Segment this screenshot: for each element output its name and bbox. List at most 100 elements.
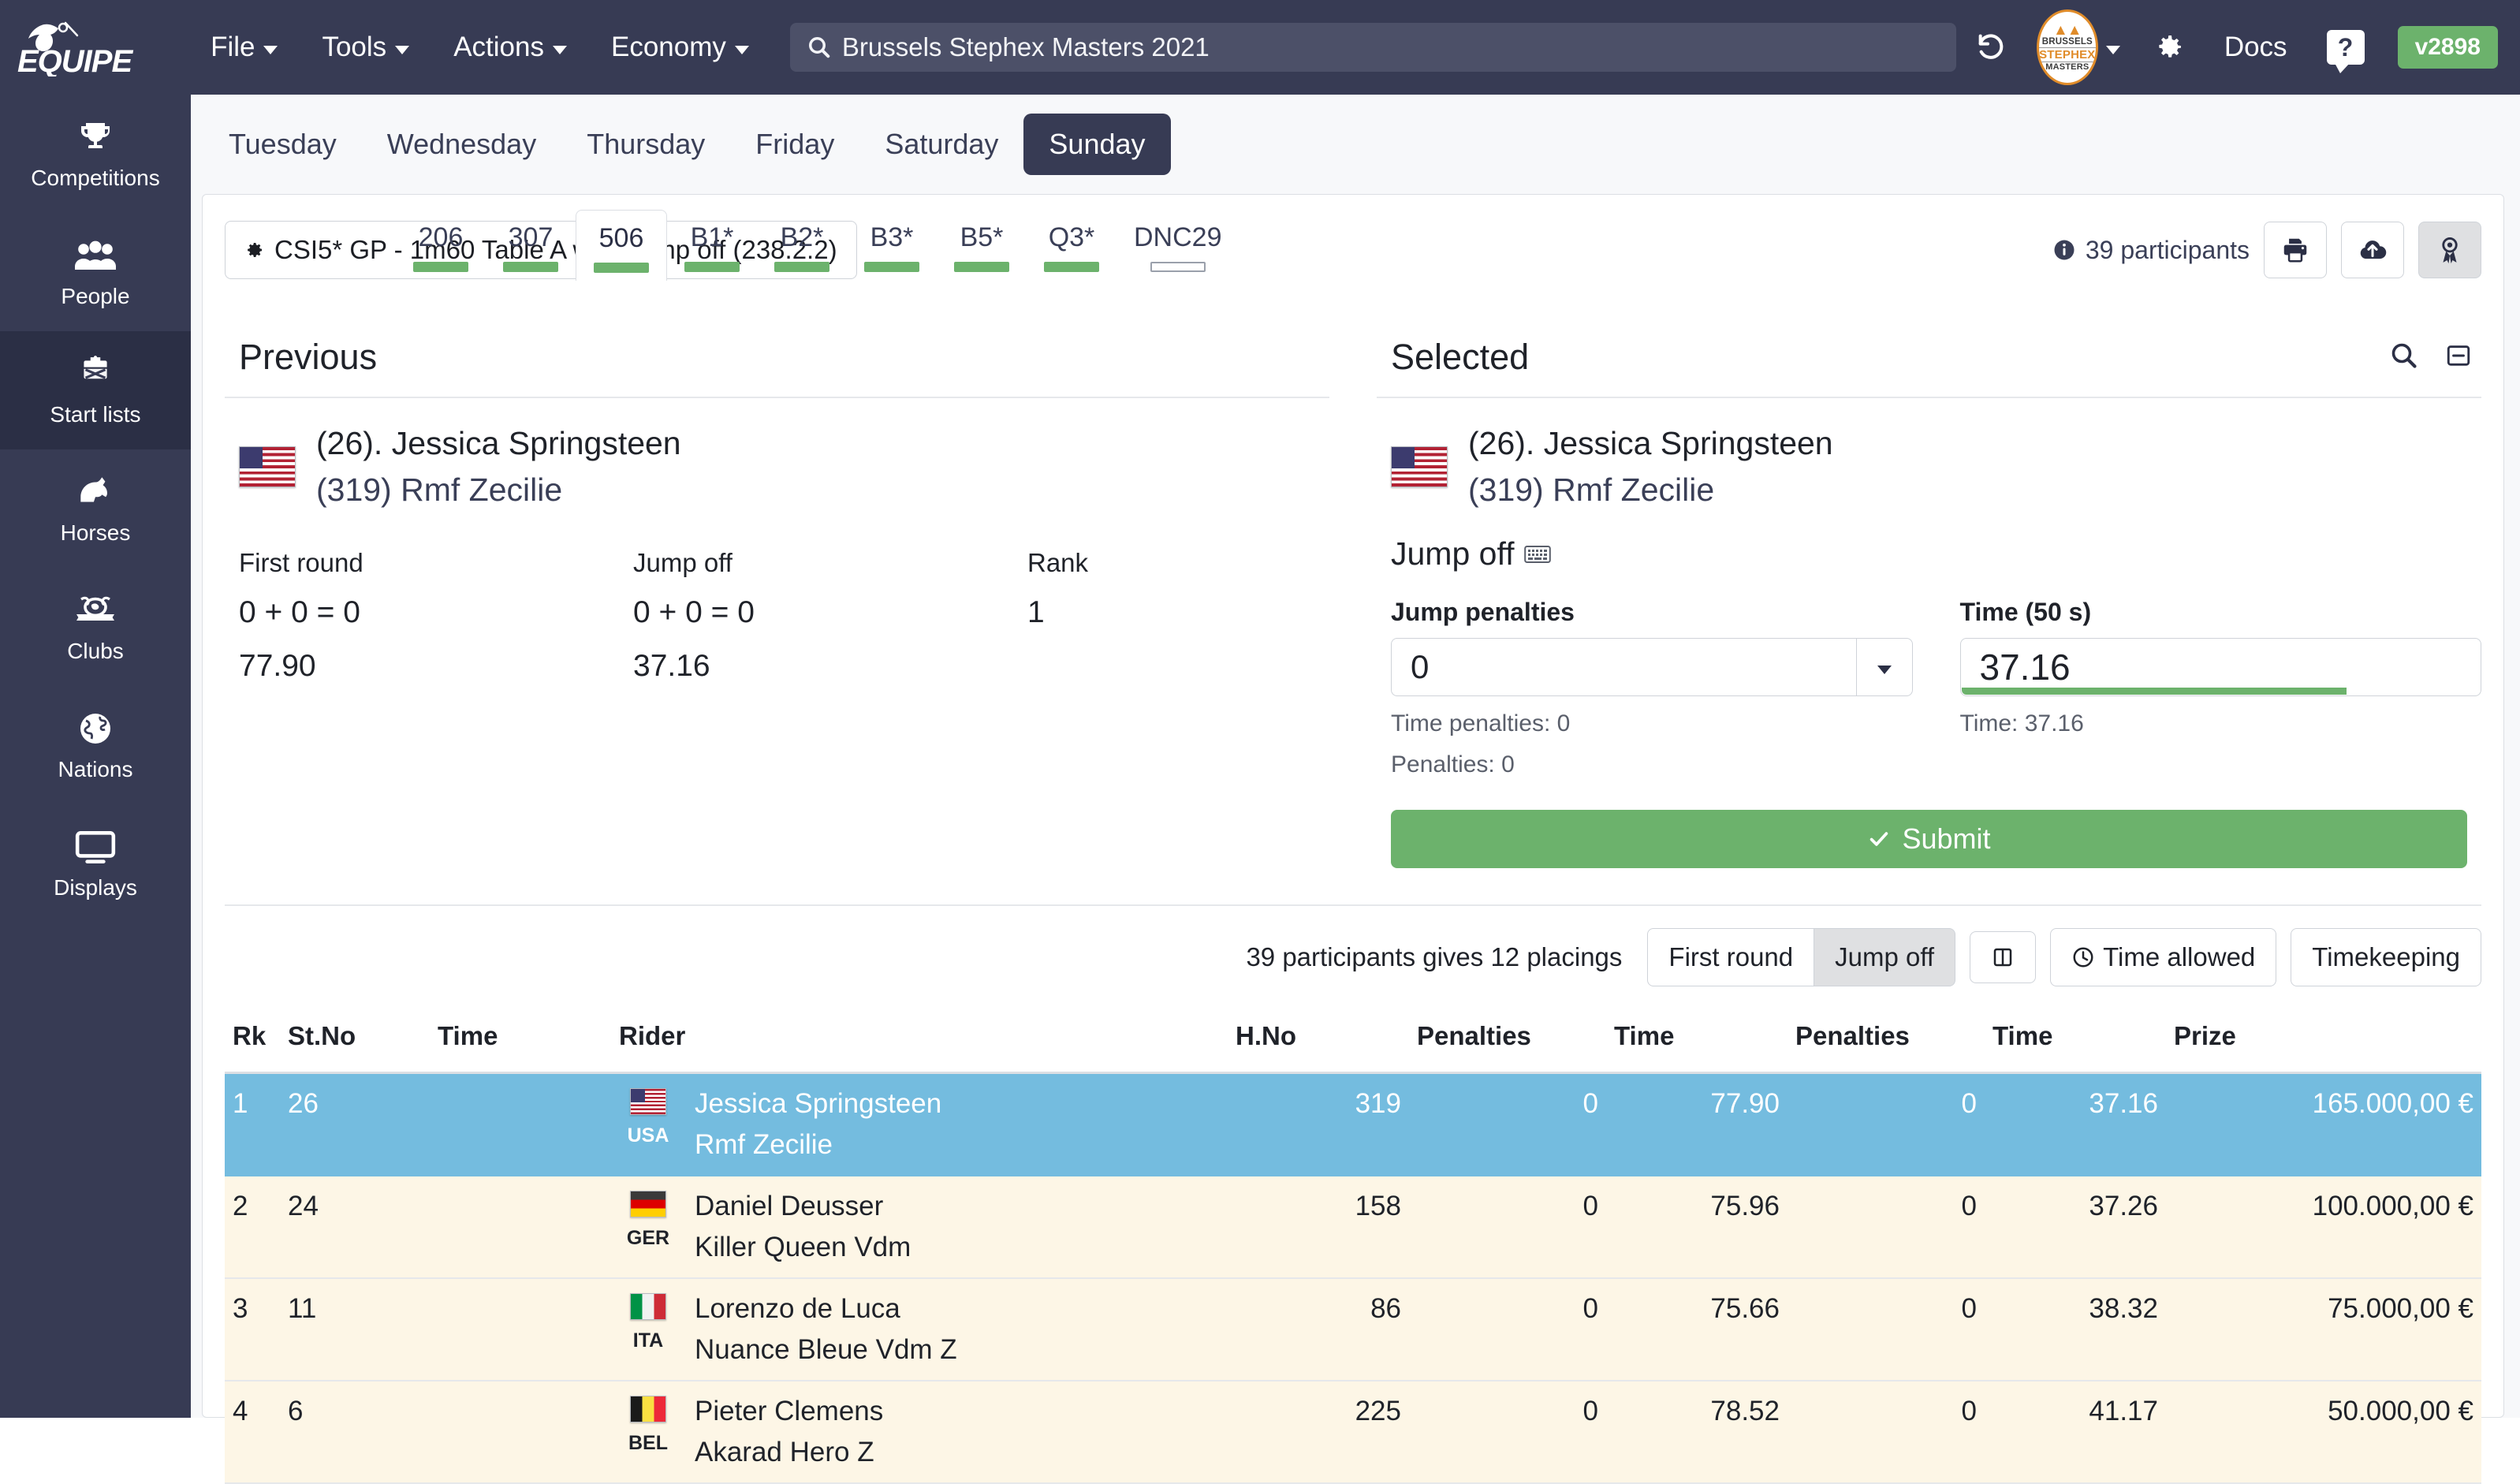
selected-rider-block: (26). Jessica Springsteen (319) Rmf Zeci… — [1377, 398, 2481, 516]
col-time-start[interactable]: Time — [430, 1010, 611, 1074]
sidebar-item-clubs[interactable]: Clubs — [0, 568, 191, 686]
history-undo-button[interactable] — [1956, 20, 2026, 75]
class-tab-b3-label: B3* — [870, 222, 914, 252]
selected-collapse-button[interactable] — [2445, 342, 2472, 373]
help-button[interactable]: ? — [2308, 20, 2384, 75]
class-tab-b3[interactable]: B3* — [847, 208, 937, 280]
time-input-value: 37.16 — [1979, 647, 2071, 688]
sidebar-item-nations[interactable]: Nations — [0, 686, 191, 804]
cell-rk: 1 — [225, 1072, 280, 1176]
columns-layout-button[interactable] — [1970, 931, 2037, 983]
print-button[interactable] — [2264, 222, 2327, 278]
jump-penalties-dropdown-button[interactable] — [1855, 638, 1913, 696]
cell-hno: 225 — [1228, 1381, 1409, 1484]
class-tab-206[interactable]: 206 — [396, 208, 486, 280]
cell-time-1: 75.96 — [1606, 1176, 1787, 1279]
stat-label: Rank — [1027, 548, 1089, 577]
class-tab-dnc29[interactable]: DNC29 — [1116, 208, 1239, 280]
stat-rank-value: 1 — [1027, 595, 1045, 629]
day-tab-saturday[interactable]: Saturday — [859, 114, 1023, 175]
cell-penalties-1: 0 — [1409, 1176, 1606, 1279]
clock-icon — [2073, 947, 2093, 968]
previous-horse-name[interactable]: (319) Rmf Zecilie — [316, 472, 681, 509]
chevron-down-icon — [734, 45, 749, 54]
day-tab-thursday[interactable]: Thursday — [561, 114, 730, 175]
usa-flag-icon — [630, 1088, 666, 1115]
selected-horse-name[interactable]: (319) Rmf Zecilie — [1468, 472, 1833, 509]
col-hno[interactable]: H.No — [1228, 1010, 1409, 1074]
equipe-logo[interactable]: EQUIPE — [0, 18, 181, 76]
class-tab-b1[interactable]: B1* — [667, 208, 757, 280]
day-tab-sunday[interactable]: Sunday — [1023, 114, 1171, 175]
col-prize[interactable]: Prize — [2166, 1010, 2481, 1074]
selected-search-button[interactable] — [2390, 341, 2418, 374]
cell-time-start — [430, 1278, 611, 1381]
results-header-row: Rk St.No Time Rider H.No Penalties Time … — [225, 1010, 2481, 1074]
usa-flag-icon — [1391, 446, 1448, 487]
submit-button[interactable]: Submit — [1391, 810, 2467, 868]
sidebar-item-start-lists[interactable]: Start lists — [0, 331, 191, 449]
horse-head-icon — [74, 472, 117, 513]
class-status-bar — [594, 263, 649, 273]
menu-economy-label: Economy — [610, 32, 726, 62]
class-tab-b5[interactable]: B5* — [937, 208, 1027, 280]
sidebar-item-competitions[interactable]: Competitions — [0, 95, 191, 213]
participants-count: 39 participants — [2052, 236, 2250, 265]
stat-label: First round — [239, 548, 363, 577]
col-rk[interactable]: Rk — [225, 1010, 280, 1074]
table-row[interactable]: 4 6 BEL Pieter Clemens Akarad Hero Z 225… — [225, 1381, 2481, 1484]
day-tab-wednesday[interactable]: Wednesday — [362, 114, 561, 175]
menu-economy[interactable]: Economy — [589, 32, 771, 63]
printer-icon — [2283, 238, 2307, 263]
menu-file[interactable]: File — [188, 32, 300, 63]
stat-penalties: 0 + 0 = 0 — [239, 595, 360, 629]
version-badge[interactable]: v2898 — [2397, 26, 2498, 69]
day-tab-tuesday[interactable]: Tuesday — [203, 114, 362, 175]
docs-link[interactable]: Docs — [2204, 32, 2308, 63]
col-penalties-1[interactable]: Penalties — [1409, 1010, 1606, 1074]
menu-tools[interactable]: Tools — [300, 32, 431, 63]
cell-hno: 158 — [1228, 1176, 1409, 1279]
sidebar-item-displays-label: Displays — [54, 875, 137, 900]
chevron-down-icon — [263, 45, 278, 54]
cell-stno: 26 — [280, 1072, 430, 1176]
col-penalties-2[interactable]: Penalties — [1787, 1010, 1985, 1074]
prizes-button[interactable] — [2418, 222, 2481, 278]
upload-button[interactable] — [2341, 222, 2404, 278]
class-tab-b2[interactable]: B2* — [757, 208, 847, 280]
col-time-2[interactable]: Time — [1985, 1010, 2166, 1074]
cell-rk: 2 — [225, 1176, 280, 1279]
day-tab-friday[interactable]: Friday — [730, 114, 859, 175]
class-tab-q3[interactable]: Q3* — [1027, 208, 1116, 280]
table-row[interactable]: 2 24 GER Daniel Deusser Killer Queen Vdm… — [225, 1176, 2481, 1279]
col-stno[interactable]: St.No — [280, 1010, 430, 1074]
table-row[interactable]: 3 11 ITA Lorenzo de Luca Nuance Bleue Vd… — [225, 1278, 2481, 1381]
col-time-1[interactable]: Time — [1606, 1010, 1787, 1074]
sidebar-item-displays[interactable]: Displays — [0, 804, 191, 923]
time-allowed-button[interactable]: Time allowed — [2050, 928, 2277, 986]
timekeeping-button[interactable]: Timekeeping — [2291, 928, 2481, 986]
time-input[interactable]: 37.16 — [1959, 638, 2481, 696]
event-logo-mark: ▲▲ — [2053, 21, 2082, 39]
sidebar-item-horses[interactable]: Horses — [0, 449, 191, 568]
menu-actions[interactable]: Actions — [431, 32, 589, 63]
class-tab-307[interactable]: 307 — [486, 208, 576, 280]
monitor-icon — [74, 826, 117, 867]
settings-button[interactable] — [2134, 20, 2204, 75]
table-row[interactable]: 1 26 USA Jessica Springsteen Rmf Zecilie… — [225, 1072, 2481, 1176]
event-dropdown-button[interactable] — [2103, 20, 2134, 75]
class-tab-506[interactable]: 506 — [576, 210, 667, 281]
cell-time-1: 75.66 — [1606, 1278, 1787, 1381]
first-round-button[interactable]: First round — [1647, 928, 1815, 986]
menu-tools-label: Tools — [322, 32, 387, 62]
cell-horse-name: Killer Queen Vdm — [695, 1232, 911, 1262]
jump-off-button[interactable]: Jump off — [1814, 928, 1956, 986]
jump-penalties-input[interactable]: 0 — [1391, 638, 1856, 696]
sidebar-item-people[interactable]: People — [0, 213, 191, 331]
event-logo-badge[interactable]: ▲▲ BRUSSELS STEPHEX MASTERS — [2036, 9, 2098, 85]
col-rider[interactable]: Rider — [611, 1010, 1228, 1074]
selected-rider-name: (26). Jessica Springsteen — [1468, 425, 1833, 461]
class-status-bar — [503, 262, 558, 272]
sidebar-item-competitions-label: Competitions — [31, 166, 160, 190]
search-input[interactable]: Brussels Stephex Masters 2021 — [789, 23, 1956, 72]
